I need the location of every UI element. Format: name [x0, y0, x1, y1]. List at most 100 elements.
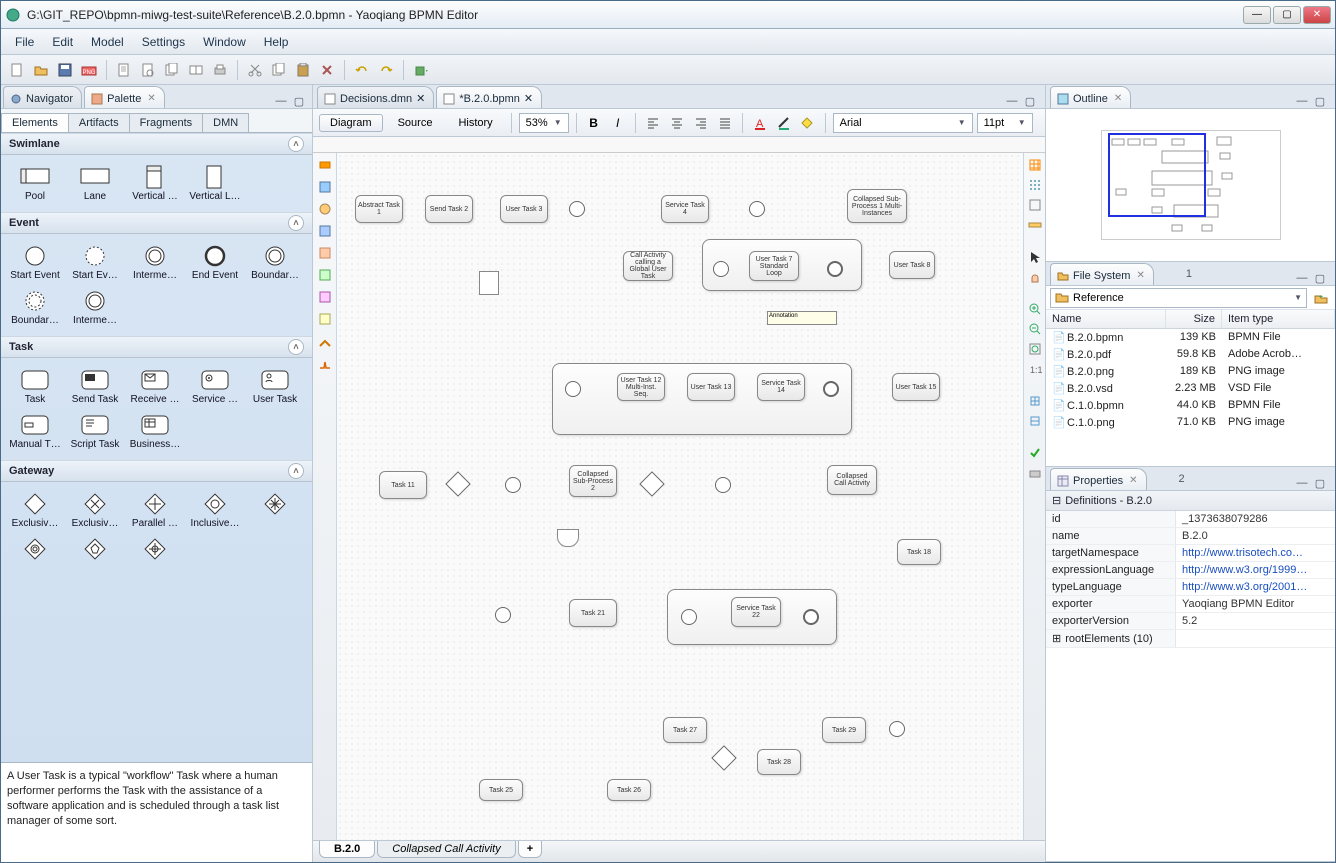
property-row[interactable]: exporterVersion5.2: [1046, 613, 1335, 630]
gutter-icon[interactable]: [317, 157, 333, 173]
align-right-icon[interactable]: [691, 113, 711, 133]
group-task[interactable]: Task˄: [1, 336, 312, 358]
maximize-view-icon[interactable]: ▢: [1313, 271, 1327, 285]
cut-icon[interactable]: [245, 60, 265, 80]
pitem-service-task[interactable]: Service …: [185, 364, 245, 409]
canvas-task[interactable]: Task 28: [757, 749, 801, 775]
pitem-inclusive-gw[interactable]: Inclusive…: [185, 488, 245, 533]
table-row[interactable]: 📄 B.2.0.png189 KBPNG image: [1046, 363, 1335, 380]
ptab-fragments[interactable]: Fragments: [129, 113, 204, 132]
maximize-view-icon[interactable]: ▢: [292, 94, 306, 108]
canvas-task[interactable]: Task 11: [379, 471, 427, 499]
menu-settings[interactable]: Settings: [134, 32, 193, 52]
canvas-task[interactable]: Abstract Task 1: [355, 195, 403, 223]
view-diagram-button[interactable]: Diagram: [319, 114, 383, 132]
maximize-view-icon[interactable]: ▢: [1313, 476, 1327, 490]
canvas-data-object[interactable]: [479, 271, 499, 295]
canvas-task[interactable]: Task 21: [569, 599, 617, 627]
page-tab-b20[interactable]: B.2.0: [319, 841, 375, 858]
gutter-icon[interactable]: [317, 179, 333, 195]
collapse-icon[interactable]: [1027, 413, 1043, 429]
pitem-receive-task[interactable]: Receive …: [125, 364, 185, 409]
pitem-lane[interactable]: Lane: [65, 161, 125, 206]
property-row[interactable]: exporterYaoqiang BPMN Editor: [1046, 596, 1335, 613]
pitem-business-rule-task[interactable]: Business…: [125, 409, 185, 454]
table-row[interactable]: 📄 B.2.0.pdf59.8 KBAdobe Acrob…: [1046, 346, 1335, 363]
font-family-combo[interactable]: Arial▼: [833, 113, 973, 133]
outline-body[interactable]: [1046, 109, 1335, 261]
pitem-complex-gw[interactable]: [245, 488, 305, 533]
ptab-dmn[interactable]: DMN: [202, 113, 249, 132]
close-icon[interactable]: ✕: [1129, 475, 1137, 486]
menu-file[interactable]: File: [7, 32, 42, 52]
gutter-icon[interactable]: [317, 289, 333, 305]
canvas-task[interactable]: Service Task 4: [661, 195, 709, 223]
pitem-vpool[interactable]: Vertical …: [125, 161, 185, 206]
pitem-task[interactable]: Task: [5, 364, 65, 409]
gutter-icon[interactable]: [317, 333, 333, 349]
align-left-icon[interactable]: [643, 113, 663, 133]
col-type[interactable]: Item type: [1222, 310, 1335, 328]
menu-help[interactable]: Help: [256, 32, 297, 52]
gutter-icon[interactable]: [317, 267, 333, 283]
pitem-boundary[interactable]: Boundar…: [245, 240, 305, 285]
canvas-task[interactable]: Task 25: [479, 779, 523, 801]
page-tab-add[interactable]: +: [518, 841, 542, 858]
canvas-event[interactable]: [749, 201, 765, 217]
view-history-button[interactable]: History: [447, 114, 503, 132]
pitem-boundary-ni[interactable]: Boundar…: [5, 285, 65, 330]
fill-color-icon[interactable]: [798, 113, 818, 133]
editor-tab-b20[interactable]: *B.2.0.bpmn ✕: [436, 86, 542, 108]
grid-icon[interactable]: [1027, 157, 1043, 173]
minimize-view-icon[interactable]: —: [1295, 476, 1309, 490]
pitem-vlane[interactable]: Vertical L…: [185, 161, 245, 206]
zoom-actual-icon[interactable]: 1:1: [1027, 361, 1043, 377]
table-row[interactable]: 📄 B.2.0.bpmn139 KBBPMN File: [1046, 329, 1335, 346]
delete-icon[interactable]: [317, 60, 337, 80]
canvas-event[interactable]: [681, 609, 697, 625]
group-swimlane[interactable]: Swimlane˄: [1, 133, 312, 155]
view-source-button[interactable]: Source: [387, 114, 444, 132]
zoom-fit-icon[interactable]: [1027, 341, 1043, 357]
pitem-event-gw2[interactable]: [65, 533, 125, 567]
align-justify-icon[interactable]: [715, 113, 735, 133]
canvas-task[interactable]: User Task 15: [892, 373, 940, 401]
maximize-view-icon[interactable]: ▢: [1023, 94, 1037, 108]
titlebar[interactable]: G:\GIT_REPO\bpmn-miwg-test-suite\Referen…: [1, 1, 1335, 29]
breadcrumb-extra[interactable]: 1: [1186, 268, 1192, 280]
canvas-data-store[interactable]: [557, 529, 579, 547]
open-icon[interactable]: [31, 60, 51, 80]
pitem-intermediate-catch[interactable]: Interme…: [125, 240, 185, 285]
minimize-view-icon[interactable]: —: [274, 94, 288, 108]
canvas-event[interactable]: [827, 261, 843, 277]
group-event[interactable]: Event˄: [1, 212, 312, 234]
close-button[interactable]: ✕: [1303, 6, 1331, 24]
new-icon[interactable]: [7, 60, 27, 80]
property-row[interactable]: nameB.2.0: [1046, 528, 1335, 545]
property-row[interactable]: id_1373638079286: [1046, 511, 1335, 528]
property-row[interactable]: ⊞rootElements (10): [1046, 630, 1335, 648]
font-size-combo[interactable]: 11pt▼: [977, 113, 1033, 133]
minimize-view-icon[interactable]: —: [1005, 94, 1019, 108]
grid-dots-icon[interactable]: [1027, 177, 1043, 193]
property-row[interactable]: typeLanguagehttp://www.w3.org/2001…: [1046, 579, 1335, 596]
canvas-task[interactable]: Collapsed Call Activity: [827, 465, 877, 495]
export-png-icon[interactable]: PNG: [79, 60, 99, 80]
property-row[interactable]: targetNamespacehttp://www.trisotech.co…: [1046, 545, 1335, 562]
diagram-canvas[interactable]: Abstract Task 1 Send Task 2 User Task 3 …: [337, 153, 1023, 840]
tab-properties[interactable]: Properties ✕: [1050, 468, 1147, 490]
canvas-event[interactable]: [889, 721, 905, 737]
up-folder-icon[interactable]: [1311, 288, 1331, 308]
page-tab-collapsed[interactable]: Collapsed Call Activity: [377, 841, 515, 858]
paste-icon[interactable]: [293, 60, 313, 80]
zoom-combo[interactable]: 53%▼: [519, 113, 569, 133]
snap-icon[interactable]: [1027, 197, 1043, 213]
menu-window[interactable]: Window: [195, 32, 254, 52]
align-center-icon[interactable]: [667, 113, 687, 133]
canvas-task[interactable]: Collapsed Sub-Process 1 Multi-Instances: [847, 189, 907, 223]
print-icon[interactable]: [210, 60, 230, 80]
pitem-user-task[interactable]: User Task: [245, 364, 305, 409]
minimize-view-icon[interactable]: —: [1295, 271, 1309, 285]
gutter-icon[interactable]: [317, 223, 333, 239]
close-icon[interactable]: ✕: [147, 93, 155, 104]
